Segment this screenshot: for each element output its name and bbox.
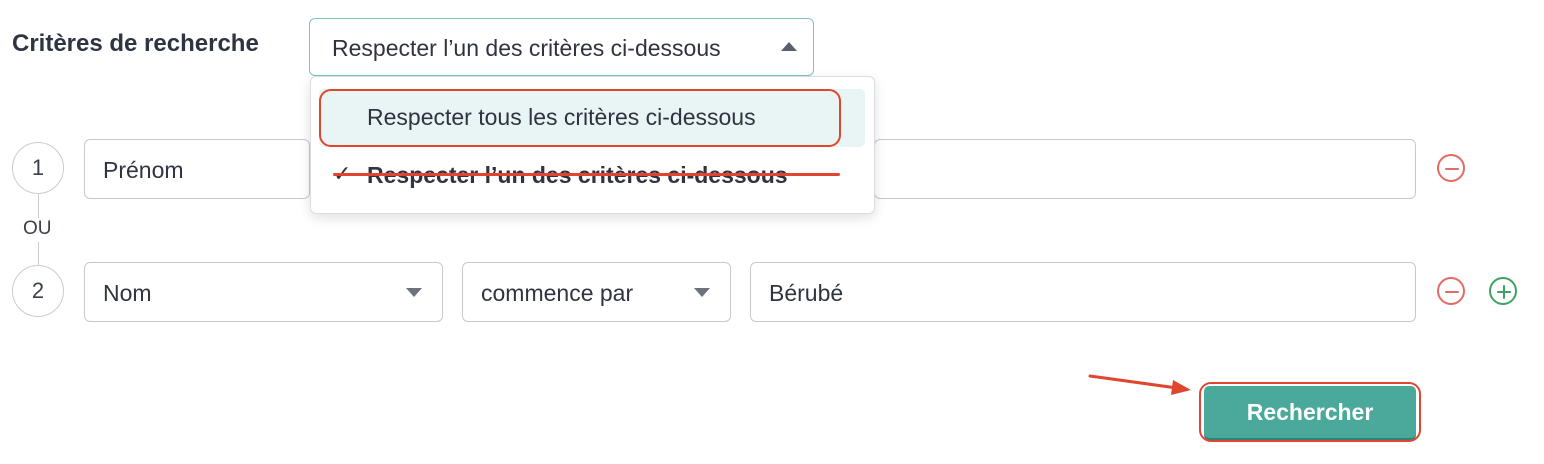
annotation-highlight-box [1199, 382, 1421, 442]
match-mode-select[interactable]: Respecter l’un des critères ci-dessous [309, 18, 814, 76]
chevron-down-icon [406, 288, 422, 297]
chevron-up-icon [781, 42, 797, 51]
row-2-operator-value: commence par [481, 280, 634, 306]
row-1-field-select[interactable]: Prénom [84, 139, 310, 199]
row-2-field-value: Nom [103, 280, 152, 306]
search-criteria-panel: Critères de recherche Respecter l’un des… [0, 0, 1544, 464]
annotation-highlight-box [319, 89, 841, 147]
connector-label: OU [22, 218, 53, 240]
arrow-annotation-icon [1088, 374, 1191, 395]
remove-criterion-icon[interactable] [1437, 277, 1465, 305]
remove-criterion-icon[interactable] [1437, 154, 1465, 182]
chevron-down-icon [694, 288, 710, 297]
match-mode-value: Respecter l’un des critères ci-dessous [332, 35, 721, 61]
row-1-field-value: Prénom [103, 157, 184, 183]
row-number-badge: 1 [12, 142, 64, 194]
row-1-value-input[interactable] [874, 139, 1416, 199]
row-2-field-select[interactable]: Nom [84, 262, 443, 322]
criteria-label: Critères de recherche [12, 30, 259, 57]
row-2-value-text: Bérubé [769, 280, 844, 306]
row-connector-line [38, 194, 39, 218]
add-criterion-icon[interactable] [1489, 277, 1517, 305]
annotation-strikethrough [333, 173, 840, 176]
row-2-value-input[interactable]: Bérubé [750, 262, 1416, 322]
row-connector-line [38, 242, 39, 265]
dropdown-option-match-any[interactable]: ✓ Respecter l’un des critères ci-dessous [333, 161, 853, 191]
row-2-operator-select[interactable]: commence par [462, 262, 731, 322]
row-number-badge: 2 [12, 265, 64, 317]
match-mode-dropdown: Respecter tous les critères ci-dessous ✓… [310, 76, 875, 214]
